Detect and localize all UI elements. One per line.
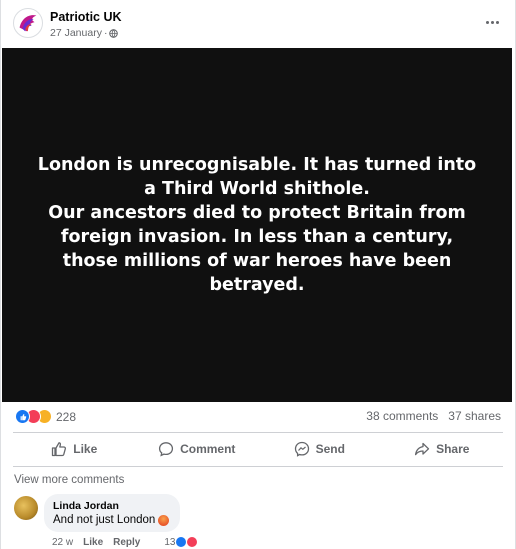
more-dot [490, 20, 494, 24]
reaction-summary[interactable]: 228 [15, 409, 76, 424]
page-name[interactable]: Patriotic UK [50, 10, 122, 24]
page-avatar[interactable] [13, 8, 43, 38]
comment-reply-link[interactable]: Reply [113, 537, 140, 548]
post-actions: Like Comment Send Share [13, 434, 503, 464]
view-more-comments-link[interactable]: View more comments [14, 474, 124, 486]
post-image[interactable]: London is unrecognisable. It has turned … [2, 48, 512, 402]
patriotic-uk-logo-icon [19, 15, 37, 32]
comment-meta: 22 w Like Reply 13 [52, 536, 198, 548]
post-stats: 228 38 comments 37 shares [15, 409, 501, 427]
angry-reaction-icon [185, 536, 198, 548]
messenger-icon [294, 441, 309, 457]
post-header: Patriotic UK 27 January · [13, 8, 503, 44]
comment-like-link[interactable]: Like [83, 537, 103, 548]
comment-reaction-count: 13 [164, 536, 176, 548]
like-button-label: Like [73, 442, 98, 456]
more-dot [495, 20, 499, 24]
like-reaction-icon [174, 536, 187, 548]
like-button[interactable]: Like [13, 434, 136, 464]
share-button-label: Share [436, 442, 470, 456]
comment-count-link[interactable]: 38 comments [366, 409, 438, 423]
thumbs-up-icon [52, 442, 67, 457]
comment-author[interactable]: Linda Jordan [53, 500, 169, 512]
more-options-icon [485, 20, 489, 24]
send-button-label: Send [315, 442, 345, 456]
share-count-link[interactable]: 37 shares [448, 409, 501, 423]
comment-text-row: And not just London [53, 514, 170, 526]
share-button[interactable]: Share [381, 434, 504, 464]
divider [13, 432, 503, 433]
post-meta: 27 January · [50, 27, 119, 39]
commenter-avatar[interactable] [14, 496, 38, 520]
divider [13, 466, 503, 467]
globe-icon [109, 28, 119, 38]
comment-button[interactable]: Comment [136, 434, 259, 464]
comment-reactions[interactable]: 13 [164, 536, 198, 548]
engagement-counts: 38 comments 37 shares [366, 409, 501, 423]
comment-text: And not just London [53, 514, 156, 526]
meta-separator: · [103, 27, 108, 39]
comment-bubble: Linda Jordan And not just London [44, 494, 181, 532]
comment-age[interactable]: 22 w [52, 537, 73, 548]
more-options-button[interactable] [481, 14, 503, 30]
post-image-text: London is unrecognisable. It has turned … [32, 153, 482, 297]
comment-button-label: Comment [180, 442, 236, 456]
like-reaction-icon [15, 409, 30, 424]
reaction-count: 228 [56, 409, 77, 424]
share-arrow-icon [415, 442, 430, 456]
post-card: Patriotic UK 27 January · London is unre… [0, 0, 516, 549]
angry-face-emoji-icon [158, 514, 170, 526]
post-date[interactable]: 27 January [50, 27, 102, 39]
speech-bubble-icon [159, 442, 174, 457]
post-text-line: Our ancestors died to protect Britain fr… [48, 203, 466, 295]
send-button[interactable]: Send [258, 434, 381, 464]
post-text-line: London is unrecognisable. It has turned … [37, 155, 477, 199]
